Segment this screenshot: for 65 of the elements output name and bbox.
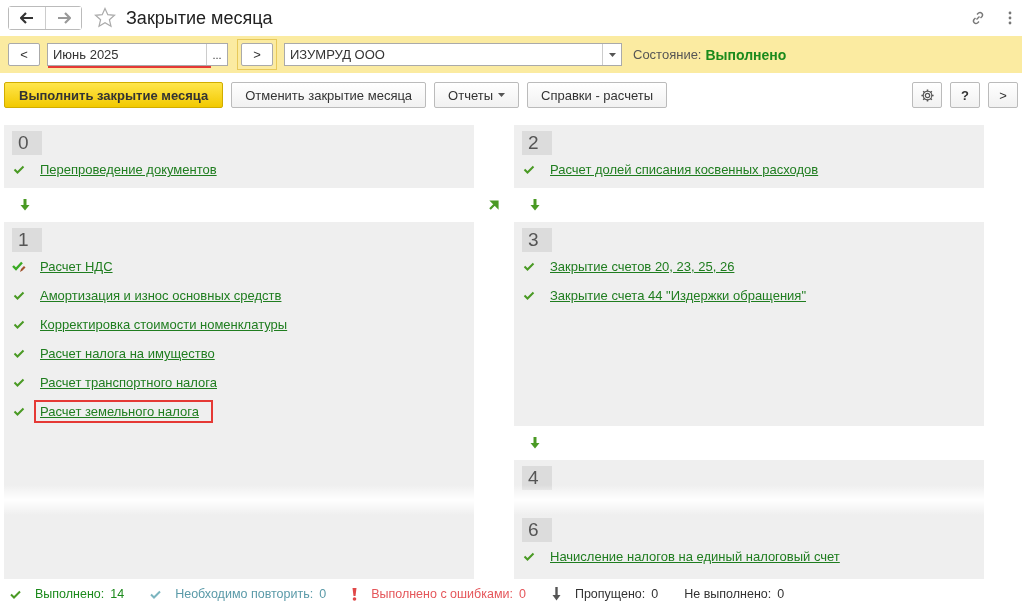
previous-period-button[interactable]: < bbox=[8, 43, 40, 66]
status-label: Выполнено с ошибками: bbox=[371, 587, 513, 601]
arrow-right-icon bbox=[56, 12, 71, 24]
processing-step-link[interactable]: Расчет налога на имущество bbox=[34, 342, 229, 365]
status-label: Необходимо повторить: bbox=[175, 587, 314, 601]
dropdown-icon bbox=[608, 52, 616, 57]
processing-step-link[interactable]: Амортизация и износ основных средств bbox=[34, 284, 296, 307]
references-button[interactable]: Справки - расчеты bbox=[527, 82, 667, 108]
check-icon bbox=[522, 552, 536, 561]
check-icon bbox=[12, 378, 26, 387]
organization-field[interactable]: ИЗУМРУД ООО bbox=[284, 43, 622, 66]
processing-step-link[interactable]: Расчет земельного налога bbox=[34, 400, 213, 423]
down-arrow-icon bbox=[20, 199, 30, 211]
state-label: Состояние: bbox=[633, 47, 702, 62]
status-count: 0 bbox=[519, 587, 526, 601]
caret-icon bbox=[498, 93, 506, 97]
more-icon[interactable] bbox=[1008, 11, 1012, 25]
check-icon bbox=[522, 165, 536, 174]
processing-step-link[interactable]: Закрытие счетов 20, 23, 25, 26 bbox=[544, 255, 749, 278]
diagonal-arrow-icon bbox=[489, 200, 499, 210]
stage-number: 6 bbox=[522, 518, 552, 542]
stage-number: 1 bbox=[12, 228, 42, 252]
period-field[interactable]: Июнь 2025 ... bbox=[47, 43, 228, 66]
status-count: 14 bbox=[110, 587, 125, 601]
status-count: 0 bbox=[777, 587, 785, 601]
processing-step-link[interactable]: Перепроведение документов bbox=[34, 158, 231, 181]
link-icon[interactable] bbox=[970, 10, 986, 26]
next-period-button[interactable]: > bbox=[241, 43, 273, 66]
check-icon bbox=[12, 165, 26, 174]
check-icon bbox=[12, 349, 26, 358]
down-arrow-icon bbox=[530, 437, 540, 449]
processing-step-link[interactable]: Начисление налогов на единый налоговый счет bbox=[544, 545, 854, 568]
processing-step-link[interactable]: Корректировка стоимости номенклатуры bbox=[34, 313, 302, 336]
cancel-closing-button[interactable]: Отменить закрытие месяца bbox=[231, 82, 427, 108]
processing-step-link[interactable]: Расчет долей списания косвенных расходов bbox=[544, 158, 833, 181]
status-label: Выполнено: bbox=[35, 587, 105, 601]
check-icon bbox=[12, 407, 26, 416]
down-arrow-icon bbox=[530, 199, 540, 211]
stage-number: 0 bbox=[12, 131, 42, 155]
check-icon bbox=[522, 291, 536, 300]
help-button[interactable]: ? bbox=[950, 82, 980, 108]
status-label: Не выполнено: bbox=[684, 587, 772, 601]
more-button[interactable]: > bbox=[988, 82, 1018, 108]
star-icon[interactable] bbox=[94, 7, 116, 29]
status-count: 0 bbox=[319, 587, 327, 601]
stage-number: 2 bbox=[522, 131, 552, 155]
processing-step-link[interactable]: Закрытие счета 44 "Издержки обращения" bbox=[544, 284, 820, 307]
window-title: Закрытие месяца bbox=[126, 7, 273, 29]
stage-number: 3 bbox=[522, 228, 552, 252]
settings-icon bbox=[919, 87, 935, 103]
reports-button[interactable]: Отчеты bbox=[434, 82, 520, 108]
select-period-button[interactable]: ... bbox=[206, 44, 227, 65]
check-pencil-icon bbox=[12, 260, 26, 273]
check-icon bbox=[522, 262, 536, 271]
check-icon bbox=[12, 320, 26, 329]
run-closing-button[interactable]: Выполнить закрытие месяца bbox=[4, 82, 224, 108]
status-count: 0 bbox=[651, 587, 659, 601]
processing-step-link[interactable]: Расчет транспортного налога bbox=[34, 371, 231, 394]
state-value: Выполнено bbox=[705, 46, 787, 63]
settings-button[interactable] bbox=[912, 82, 942, 108]
arrow-left-icon bbox=[20, 12, 34, 24]
status-label: Пропущено: bbox=[574, 587, 646, 601]
processing-step-link[interactable]: Расчет НДС bbox=[34, 255, 127, 278]
stage-number: 4 bbox=[522, 466, 552, 490]
check-icon bbox=[12, 291, 26, 300]
